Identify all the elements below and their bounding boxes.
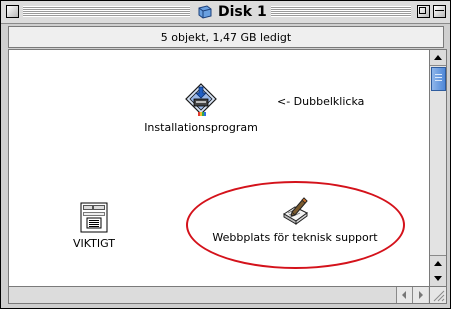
installer-icon [185, 83, 217, 116]
resize-grip-icon [433, 290, 445, 302]
double-click-note: <- Dubbelklicka [277, 95, 365, 108]
disk-icon [198, 5, 212, 19]
arrow-down-icon [434, 276, 442, 281]
scroll-thumb[interactable] [431, 67, 446, 91]
scroll-up-button[interactable] [430, 50, 446, 66]
arrow-left-icon [402, 291, 406, 299]
title-stripes-right [263, 6, 411, 17]
scroll-left-button[interactable] [396, 287, 412, 303]
installer-label: Installationsprogram [144, 121, 258, 134]
window-title: Disk 1 [193, 3, 271, 21]
window-title-text: Disk 1 [218, 4, 267, 20]
document-icon [80, 202, 108, 233]
viktigt-label: VIKTIGT [73, 237, 115, 250]
title-bar[interactable]: Disk 1 [1, 1, 450, 24]
arrow-up-icon [434, 261, 442, 266]
close-box[interactable] [6, 5, 19, 18]
scroll-right-button[interactable] [412, 287, 428, 303]
highlight-circle [186, 181, 405, 269]
arrow-right-icon [419, 291, 423, 299]
vertical-scrollbar[interactable] [429, 49, 447, 287]
scroll-up-button-lower[interactable] [430, 255, 446, 272]
scroll-down-button[interactable] [430, 271, 446, 286]
finder-window: Disk 1 5 objekt, 1,47 GB ledigt Installa… [0, 0, 451, 309]
viktigt-item[interactable]: VIKTIGT [59, 202, 129, 250]
zoom-box[interactable] [417, 5, 430, 18]
info-bar: 5 objekt, 1,47 GB ledigt [8, 26, 444, 48]
collapse-box[interactable] [433, 5, 446, 18]
title-stripes-left [23, 6, 190, 17]
arrow-up-icon [434, 55, 442, 60]
resize-grip[interactable] [429, 286, 447, 304]
window-content: Installationsprogram <- Dubbelklicka VIK… [8, 49, 429, 287]
horizontal-scrollbar[interactable] [8, 286, 430, 304]
installer-item[interactable]: Installationsprogram [131, 82, 271, 134]
